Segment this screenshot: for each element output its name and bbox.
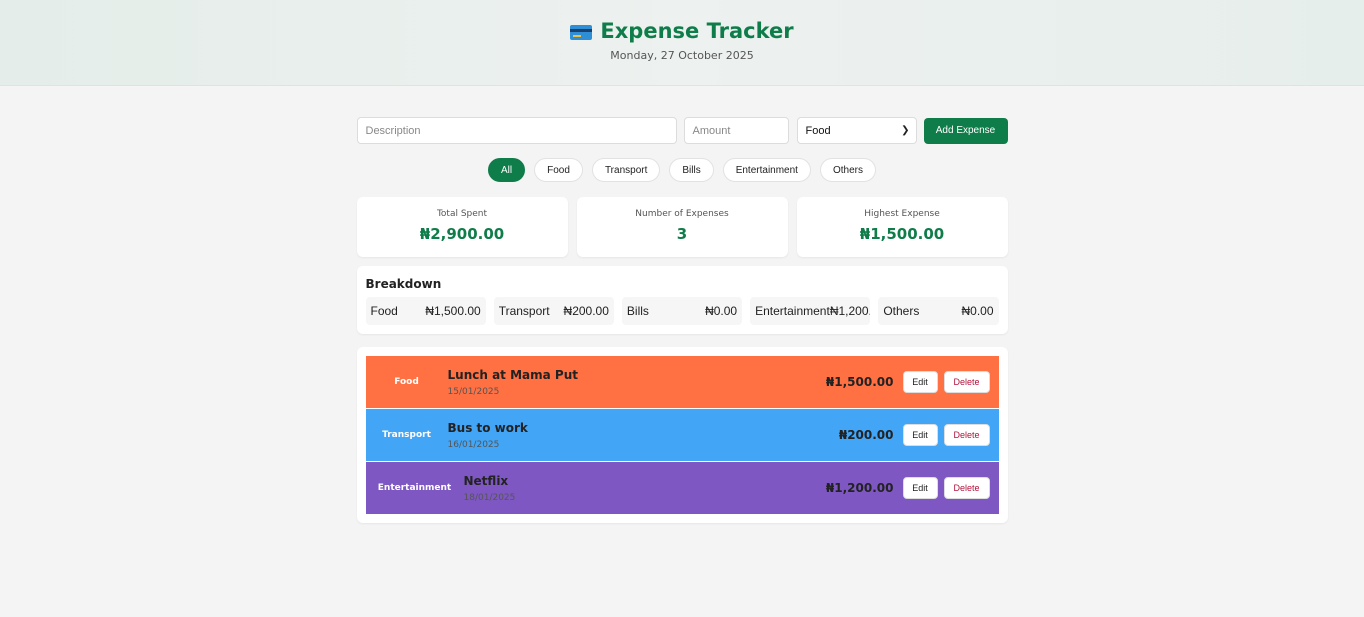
stat-label: Number of Expenses <box>635 209 729 219</box>
expense-row: Transport Bus to work 16/01/2025 ₦200.00… <box>365 409 999 461</box>
breakdown-item-amount: ₦0.00 <box>961 304 994 318</box>
expense-info: Lunch at Mama Put 15/01/2025 <box>448 368 826 397</box>
current-date: Monday, 27 October 2025 <box>610 49 754 62</box>
expense-list: Food Lunch at Mama Put 15/01/2025 ₦1,500… <box>356 347 1008 523</box>
credit-card-icon <box>570 25 593 40</box>
breakdown-item-amount: ₦1,500.00 <box>425 304 481 318</box>
expense-category: Entertainment <box>377 483 452 493</box>
stat-highest-expense: Highest Expense ₦1,500.00 <box>796 197 1008 257</box>
expense-description: Bus to work <box>447 420 528 435</box>
main-container: Description Amount Food ❯ Add Expense Al… <box>356 86 1008 523</box>
stat-value: 3 <box>676 225 688 243</box>
expense-info: Netflix 18/01/2025 <box>464 474 826 503</box>
title-row: Expense Tracker <box>0 19 1364 43</box>
expense-amount: ₦1,500.00 <box>825 375 894 389</box>
expense-row: Food Lunch at Mama Put 15/01/2025 ₦1,500… <box>365 356 999 408</box>
description-input[interactable]: Description <box>356 117 677 144</box>
filter-bills[interactable]: Bills <box>669 158 714 182</box>
expense-date: 18/01/2025 <box>463 492 516 503</box>
category-filters: All Food Transport Bills Entertainment O… <box>357 158 1008 182</box>
breakdown-item-name: Transport <box>498 304 550 318</box>
stat-value: ₦1,500.00 <box>859 225 945 243</box>
edit-button[interactable]: Edit <box>902 371 938 393</box>
delete-button[interactable]: Delete <box>943 477 990 499</box>
category-select-value: Food <box>805 124 831 137</box>
page-title: Expense Tracker <box>600 19 794 43</box>
stat-number-of-expenses: Number of Expenses 3 <box>576 197 788 257</box>
breakdown-item-entertainment: Entertainment ₦1,200.00 <box>750 297 871 325</box>
breakdown-item-amount: ₦0.00 <box>705 304 738 318</box>
breakdown-item-amount: ₦200.00 <box>563 304 609 318</box>
expense-info: Bus to work 16/01/2025 <box>448 421 839 450</box>
breakdown-item-bills: Bills ₦0.00 <box>621 297 743 325</box>
breakdown-item-name: Entertainment <box>755 304 830 318</box>
category-select[interactable]: Food ❯ <box>796 117 917 144</box>
breakdown-item-name: Bills <box>626 304 649 318</box>
expense-category: Food <box>394 377 419 387</box>
expense-category: Transport <box>382 430 431 440</box>
chevron-down-icon: ❯ <box>901 125 910 136</box>
breakdown-item-food: Food ₦1,500.00 <box>365 297 486 325</box>
add-expense-form: Description Amount Food ❯ Add Expense <box>356 117 1008 144</box>
delete-button[interactable]: Delete <box>943 424 990 446</box>
breakdown-title: Breakdown <box>365 277 442 291</box>
breakdown-item-others: Others ₦0.00 <box>878 297 999 325</box>
breakdown-item-amount: ₦1,200.00 <box>829 304 870 318</box>
add-expense-button[interactable]: Add Expense <box>923 117 1008 144</box>
filter-all[interactable]: All <box>488 158 526 182</box>
filter-food[interactable]: Food <box>534 158 583 182</box>
expense-amount: ₦1,200.00 <box>825 481 894 495</box>
filter-entertainment[interactable]: Entertainment <box>722 158 811 182</box>
filter-transport[interactable]: Transport <box>591 158 661 182</box>
expense-date: 15/01/2025 <box>447 386 500 397</box>
expense-description: Lunch at Mama Put <box>447 367 578 382</box>
breakdown-item-transport: Transport ₦200.00 <box>493 297 614 325</box>
app-header: Expense Tracker Monday, 27 October 2025 <box>0 0 1364 86</box>
filter-others[interactable]: Others <box>819 158 876 182</box>
stat-value: ₦2,900.00 <box>419 225 505 243</box>
stat-label: Highest Expense <box>864 209 940 219</box>
breakdown-panel: Breakdown Food ₦1,500.00 Transport ₦200.… <box>356 266 1008 334</box>
amount-input[interactable]: Amount <box>683 117 789 144</box>
breakdown-items: Food ₦1,500.00 Transport ₦200.00 Bills ₦… <box>365 297 999 325</box>
expense-description: Netflix <box>463 473 509 488</box>
edit-button[interactable]: Edit <box>902 424 938 446</box>
expense-row: Entertainment Netflix 18/01/2025 ₦1,200.… <box>365 462 999 514</box>
stat-total-spent: Total Spent ₦2,900.00 <box>356 197 568 257</box>
breakdown-item-name: Others <box>883 304 920 318</box>
stat-label: Total Spent <box>436 209 488 219</box>
stats-row: Total Spent ₦2,900.00 Number of Expenses… <box>356 197 1008 257</box>
expense-amount: ₦200.00 <box>838 428 894 442</box>
breakdown-item-name: Food <box>370 304 398 318</box>
edit-button[interactable]: Edit <box>902 477 938 499</box>
expense-date: 16/01/2025 <box>447 439 500 450</box>
delete-button[interactable]: Delete <box>943 371 990 393</box>
